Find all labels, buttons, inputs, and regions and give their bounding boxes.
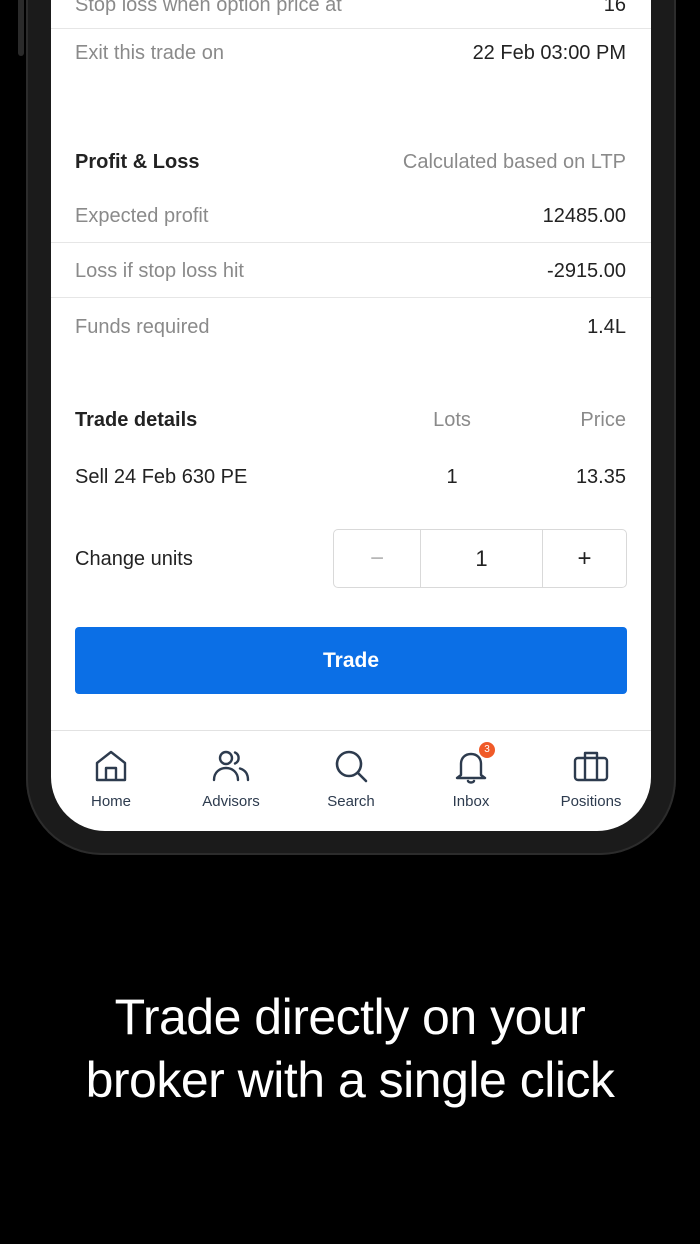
price-column-header: Price <box>580 409 626 431</box>
units-stepper: − 1 + <box>333 529 627 588</box>
funds-value: 1.4L <box>587 315 626 338</box>
tagline-line-2: broker with a single click <box>85 1052 615 1108</box>
divider <box>51 28 651 29</box>
trade-leg-row: Sell 24 Feb 630 PE 1 13.35 <box>51 462 651 492</box>
funds-label: Funds required <box>75 315 210 338</box>
loss-value: -2915.00 <box>547 259 626 282</box>
app-screen: Stop loss when option price at 16 Exit t… <box>51 0 651 831</box>
expected-profit-label: Expected profit <box>75 204 209 227</box>
home-icon <box>95 750 127 782</box>
nav-advisors[interactable]: Advisors <box>171 748 291 810</box>
units-value[interactable]: 1 <box>421 530 543 587</box>
stop-loss-value: 16 <box>603 0 626 16</box>
phone-side-button <box>18 0 24 56</box>
trade-leg-lots: 1 <box>446 466 458 488</box>
nav-positions[interactable]: Positions <box>531 748 651 810</box>
briefcase-icon <box>573 751 609 782</box>
search-icon <box>335 750 368 783</box>
pnl-note: Calculated based on LTP <box>402 150 626 173</box>
nav-home-label: Home <box>90 793 131 810</box>
divider <box>51 297 651 298</box>
promo-tagline: Trade directly on your broker with a sin… <box>0 986 700 1112</box>
advisors-icon <box>212 750 250 782</box>
divider <box>51 242 651 243</box>
trade-leg-price: 13.35 <box>575 466 626 488</box>
nav-inbox[interactable]: 3 Inbox <box>411 742 531 810</box>
bottom-nav-divider <box>51 730 651 731</box>
nav-search-label: Search <box>327 793 375 810</box>
change-units-label: Change units <box>75 547 193 570</box>
nav-positions-label: Positions <box>560 793 622 810</box>
trade-details-heading: Trade details <box>75 408 198 431</box>
decrement-button[interactable]: − <box>334 530 421 587</box>
inbox-badge: 3 <box>479 742 495 758</box>
nav-advisors-label: Advisors <box>202 793 260 810</box>
exit-value: 22 Feb 03:00 PM <box>472 42 626 64</box>
trade-leg-description: Sell 24 Feb 630 PE <box>75 465 248 488</box>
stop-loss-label: Stop loss when option price at <box>75 0 342 16</box>
pnl-header: Profit & Loss Calculated based on LTP <box>51 147 651 177</box>
pnl-heading: Profit & Loss <box>75 150 200 173</box>
expected-profit-row: Expected profit 12485.00 <box>51 201 651 231</box>
stop-loss-row: Stop loss when option price at 16 <box>51 0 651 20</box>
funds-row: Funds required 1.4L <box>51 312 651 342</box>
lots-column-header: Lots <box>433 409 471 431</box>
nav-home[interactable]: Home <box>51 748 171 810</box>
nav-inbox-label: Inbox <box>452 793 490 810</box>
exit-label: Exit this trade on <box>75 42 224 64</box>
loss-label: Loss if stop loss hit <box>75 259 244 282</box>
increment-button[interactable]: + <box>543 530 626 587</box>
trade-details-header: Trade details Lots Price <box>51 405 651 435</box>
expected-profit-value: 12485.00 <box>542 204 626 227</box>
exit-row: Exit this trade on 22 Feb 03:00 PM <box>51 42 651 65</box>
tagline-line-1: Trade directly on your <box>114 989 586 1045</box>
nav-search[interactable]: Search <box>291 748 411 810</box>
stop-loss-loss-row: Loss if stop loss hit -2915.00 <box>51 256 651 286</box>
trade-button[interactable]: Trade <box>75 627 627 694</box>
